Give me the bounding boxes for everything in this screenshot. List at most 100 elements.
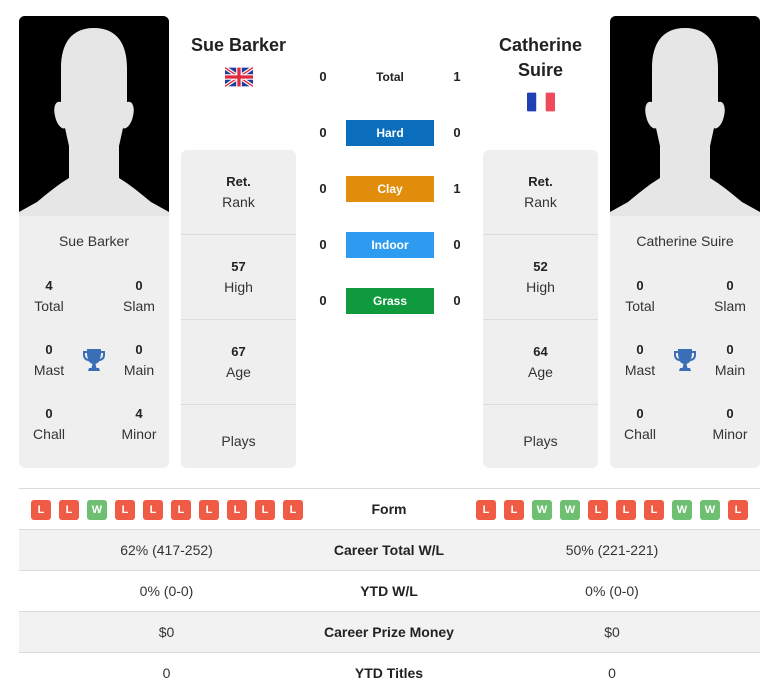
player2-value: 0% (0-0) <box>585 583 639 599</box>
form-loss-badge[interactable]: L <box>59 500 79 520</box>
comparison-table: LLWLLLLLLL Form LLWWLLLWWL 62% (417-252)… <box>19 488 760 694</box>
player1-chall-titles: 0 Chall <box>19 404 79 444</box>
value: 0 <box>636 278 644 293</box>
p2-wins: 1 <box>453 181 461 196</box>
value: 0 <box>135 278 143 293</box>
player1-minor-titles: 4 Minor <box>109 404 169 444</box>
form-loss-badge[interactable]: L <box>728 500 748 520</box>
label: High <box>224 279 253 295</box>
value: 0 <box>726 406 734 421</box>
p2-wins: 0 <box>453 293 461 308</box>
form-loss-badge[interactable]: L <box>171 500 191 520</box>
player1-value: 0% (0-0) <box>139 583 194 599</box>
value: 52 <box>533 259 548 274</box>
value: 67 <box>231 344 246 359</box>
player1-rank: Ret. Rank <box>181 150 296 235</box>
h2h-row-total: 0 Total 1 <box>310 64 470 90</box>
player2-minor-titles: 0 Minor <box>700 404 760 444</box>
player1-name[interactable]: Sue Barker <box>181 33 296 58</box>
form-win-badge[interactable]: W <box>700 500 720 520</box>
player1-card-name[interactable]: Sue Barker <box>19 233 169 249</box>
p1-wins: 0 <box>319 293 327 308</box>
form-loss-badge[interactable]: L <box>227 500 247 520</box>
fr-flag-icon <box>527 92 555 112</box>
label: Mast <box>624 362 656 378</box>
player2-titles-card: Catherine Suire 0 Total 0 Slam 0 Mast 0 Main… <box>610 216 760 468</box>
player1-photo <box>19 16 169 216</box>
form-loss-badge[interactable]: L <box>644 500 664 520</box>
player2-main-titles: 0 Main <box>700 340 760 380</box>
player1-titles-card: Sue Barker 4 Total 0 Slam 0 Mast 0 Main 0 Cha… <box>19 216 169 468</box>
value: 0 <box>636 406 644 421</box>
form-loss-badge[interactable]: L <box>143 500 163 520</box>
form-loss-badge[interactable]: L <box>504 500 524 520</box>
row-label: Career Prize Money <box>324 624 454 640</box>
form-win-badge[interactable]: W <box>672 500 692 520</box>
h2h-row-indoor: 0 Indoor 0 <box>310 232 470 258</box>
trophy-icon <box>83 349 105 371</box>
p1-wins: 0 <box>319 181 327 196</box>
label: Mast <box>33 362 65 378</box>
label: Age <box>528 364 553 380</box>
player1-slam-titles: 0 Slam <box>109 276 169 316</box>
form-loss-badge[interactable]: L <box>616 500 636 520</box>
form-win-badge[interactable]: W <box>560 500 580 520</box>
form-loss-badge[interactable]: L <box>588 500 608 520</box>
row-label: YTD Titles <box>354 665 424 681</box>
table-row-prize-money: $0 Career Prize Money $0 <box>19 612 760 653</box>
label: Age <box>226 364 251 380</box>
surface-indoor-badge: Indoor <box>346 232 434 258</box>
p2-wins: 0 <box>453 125 461 140</box>
form-win-badge[interactable]: W <box>87 500 107 520</box>
player2-name[interactable]: Catherine Suire <box>483 33 598 83</box>
value: 57 <box>231 259 246 274</box>
table-row-career-wl: 62% (417-252) Career Total W/L 50% (221-… <box>19 530 760 571</box>
player1-mast-titles: 0 Mast <box>19 340 79 380</box>
player1-total-titles: 4 Total <box>19 276 79 316</box>
player1-main-titles: 0 Main <box>109 340 169 380</box>
form-loss-badge[interactable]: L <box>115 500 135 520</box>
form-row: LLWLLLLLLL Form LLWWLLLWWL <box>19 489 760 530</box>
table-row-ytd-titles: 0 YTD Titles 0 <box>19 653 760 694</box>
label: High <box>526 279 555 295</box>
value: 0 <box>135 342 143 357</box>
surface-clay-badge: Clay <box>346 176 434 202</box>
label: Main <box>714 362 746 378</box>
h2h-row-clay: 0 Clay 1 <box>310 176 470 202</box>
gb-flag-icon <box>225 67 253 87</box>
player1-form: LLWLLLLLLL <box>31 500 303 520</box>
form-loss-badge[interactable]: L <box>255 500 275 520</box>
row-label: YTD W/L <box>360 583 418 599</box>
form-loss-badge[interactable]: L <box>199 500 219 520</box>
surface-grass-badge: Grass <box>346 288 434 314</box>
form-loss-badge[interactable]: L <box>31 500 51 520</box>
row-label: Career Total W/L <box>333 542 445 558</box>
player1-high: 57 High <box>181 235 296 320</box>
player2-mast-titles: 0 Mast <box>610 340 670 380</box>
player2-rank: Ret. Rank <box>483 150 598 235</box>
label: Total <box>34 298 64 314</box>
form-label: Form <box>371 501 407 517</box>
label: Rank <box>524 194 557 210</box>
value: Ret. <box>226 174 251 189</box>
h2h-row-hard: 0 Hard 0 <box>310 120 470 146</box>
label: Chall <box>33 426 65 442</box>
p1-wins: 0 <box>319 237 327 252</box>
table-row-ytd-wl: 0% (0-0) YTD W/L 0% (0-0) <box>19 571 760 612</box>
player2-total-titles: 0 Total <box>610 276 670 316</box>
value: 0 <box>636 342 644 357</box>
avatar-silhouette-icon <box>19 16 169 216</box>
player1-value: 0 <box>162 665 171 681</box>
surface-total-label: Total <box>376 70 404 84</box>
label: Slam <box>714 298 746 314</box>
form-loss-badge[interactable]: L <box>476 500 496 520</box>
form-loss-badge[interactable]: L <box>283 500 303 520</box>
avatar-silhouette-icon <box>610 16 760 216</box>
player2-photo <box>610 16 760 216</box>
player1-rank-box: Ret. Rank 57 High 67 Age Plays <box>181 150 296 468</box>
form-win-badge[interactable]: W <box>532 500 552 520</box>
player2-value: $0 <box>604 624 620 640</box>
label: Main <box>123 362 155 378</box>
h2h-row-grass: 0 Grass 0 <box>310 288 470 314</box>
player2-card-name[interactable]: Catherine Suire <box>610 233 760 249</box>
